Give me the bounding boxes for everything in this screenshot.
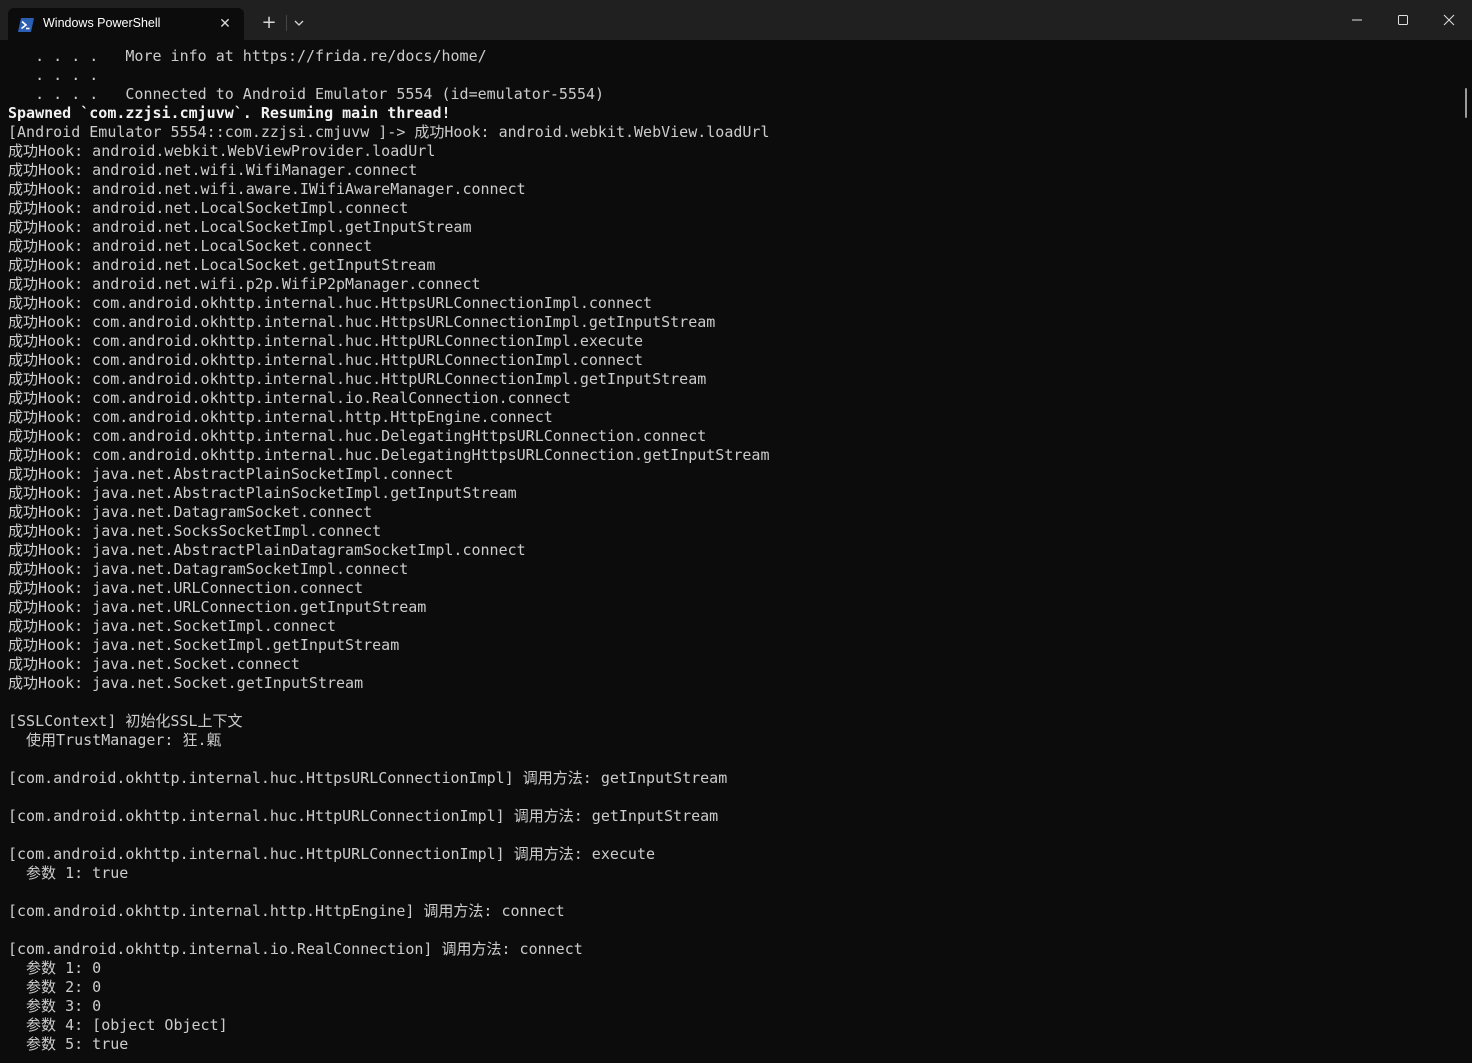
terminal-line: 成功Hook: java.net.SocksSocketImpl.connect	[8, 522, 382, 540]
terminal-line: 参数 2: 0	[8, 978, 102, 996]
tab-windows-powershell[interactable]: Windows PowerShell ✕	[8, 8, 244, 40]
powershell-window: Windows PowerShell ✕ + . . . . More info…	[0, 0, 1472, 1063]
terminal-line: 成功Hook: android.net.LocalSocket.connect	[8, 237, 373, 255]
close-icon[interactable]: ✕	[216, 15, 234, 33]
terminal-line: . . . . Connected to Android Emulator 55…	[8, 85, 605, 103]
title-bar[interactable]: Windows PowerShell ✕ +	[0, 0, 1472, 40]
terminal-line: 参数 1: true	[8, 864, 129, 882]
terminal-line: 成功Hook: android.net.wifi.aware.IWifiAwar…	[8, 180, 526, 198]
terminal-line: 使用TrustManager: 狂.甈	[8, 731, 222, 749]
terminal-line: 成功Hook: android.net.wifi.WifiManager.con…	[8, 161, 418, 179]
tab-title: Windows PowerShell	[43, 16, 161, 30]
plus-icon[interactable]: +	[258, 12, 280, 34]
scrollbar-thumb[interactable]	[1465, 88, 1467, 118]
terminal-line: . . . .	[8, 66, 99, 84]
terminal-line: 成功Hook: java.net.DatagramSocket.connect	[8, 503, 373, 521]
terminal-line: 成功Hook: java.net.URLConnection.connect	[8, 579, 364, 597]
terminal-line: 参数 5: true	[8, 1035, 129, 1053]
terminal-line: 成功Hook: android.net.LocalSocket.getInput…	[8, 256, 436, 274]
terminal-line: 参数 1: 0	[8, 959, 102, 977]
window-close-button[interactable]	[1426, 0, 1472, 40]
terminal-line: 成功Hook: android.net.wifi.p2p.WifiP2pMana…	[8, 275, 481, 293]
terminal-line: 成功Hook: android.net.LocalSocketImpl.getI…	[8, 218, 472, 236]
terminal-line: 成功Hook: com.android.okhttp.internal.huc.…	[8, 370, 707, 388]
terminal-line: 成功Hook: java.net.SocketImpl.getInputStre…	[8, 636, 400, 654]
terminal-line: 成功Hook: com.android.okhttp.internal.huc.…	[8, 446, 770, 464]
tab-divider	[286, 15, 287, 31]
window-close-icon	[1443, 14, 1455, 26]
terminal-output[interactable]: . . . . More info at https://frida.re/do…	[8, 47, 1456, 1063]
terminal-line: 成功Hook: java.net.URLConnection.getInputS…	[8, 598, 427, 616]
terminal-line: 成功Hook: java.net.AbstractPlainDatagramSo…	[8, 541, 526, 559]
chevron-down-icon[interactable]	[290, 14, 308, 32]
terminal-line: 成功Hook: java.net.Socket.getInputStream	[8, 674, 364, 692]
terminal-line: 成功Hook: java.net.AbstractPlainSocketImpl…	[8, 465, 454, 483]
terminal-line: 成功Hook: java.net.DatagramSocketImpl.conn…	[8, 560, 409, 578]
terminal-line: [com.android.okhttp.internal.huc.HttpURL…	[8, 845, 655, 863]
terminal-line: 成功Hook: com.android.okhttp.internal.huc.…	[8, 427, 707, 445]
scrollbar[interactable]	[1462, 40, 1472, 1063]
terminal-line: [com.android.okhttp.internal.http.HttpEn…	[8, 902, 565, 920]
terminal-line: [com.android.okhttp.internal.huc.HttpURL…	[8, 807, 719, 825]
minimize-icon	[1352, 19, 1362, 21]
terminal-line: 参数 3: 0	[8, 997, 102, 1015]
terminal-line: 成功Hook: com.android.okhttp.internal.io.R…	[8, 389, 571, 407]
minimize-button[interactable]	[1334, 0, 1380, 40]
terminal-line: 参数 4: [object Object]	[8, 1016, 228, 1034]
powershell-icon	[18, 17, 34, 32]
terminal-line: . . . . More info at https://frida.re/do…	[8, 47, 487, 65]
terminal-line: 成功Hook: com.android.okhttp.internal.huc.…	[8, 294, 653, 312]
terminal-line: 成功Hook: android.net.LocalSocketImpl.conn…	[8, 199, 409, 217]
terminal-line: Spawned `com.zzjsi.cmjuvw`. Resuming mai…	[8, 104, 451, 122]
terminal-line: 成功Hook: com.android.okhttp.internal.huc.…	[8, 332, 644, 350]
terminal-line: 成功Hook: java.net.AbstractPlainSocketImpl…	[8, 484, 517, 502]
terminal-line: [com.android.okhttp.internal.huc.HttpsUR…	[8, 769, 728, 787]
terminal-line: 成功Hook: com.android.okhttp.internal.huc.…	[8, 313, 716, 331]
terminal-line: [Android Emulator 5554::com.zzjsi.cmjuvw…	[8, 123, 770, 141]
maximize-button[interactable]	[1380, 0, 1426, 40]
terminal-line: 成功Hook: java.net.Socket.connect	[8, 655, 300, 673]
terminal-line: [com.android.okhttp.internal.io.RealConn…	[8, 940, 583, 958]
terminal-line: 成功Hook: java.net.SocketImpl.connect	[8, 617, 337, 635]
terminal-line: 成功Hook: android.webkit.WebViewProvider.l…	[8, 142, 436, 160]
maximize-icon	[1398, 15, 1408, 25]
terminal-line: 成功Hook: com.android.okhttp.internal.http…	[8, 408, 553, 426]
terminal-line: [SSLContext] 初始化SSL上下文	[8, 712, 243, 730]
terminal-line: 成功Hook: com.android.okhttp.internal.huc.…	[8, 351, 644, 369]
